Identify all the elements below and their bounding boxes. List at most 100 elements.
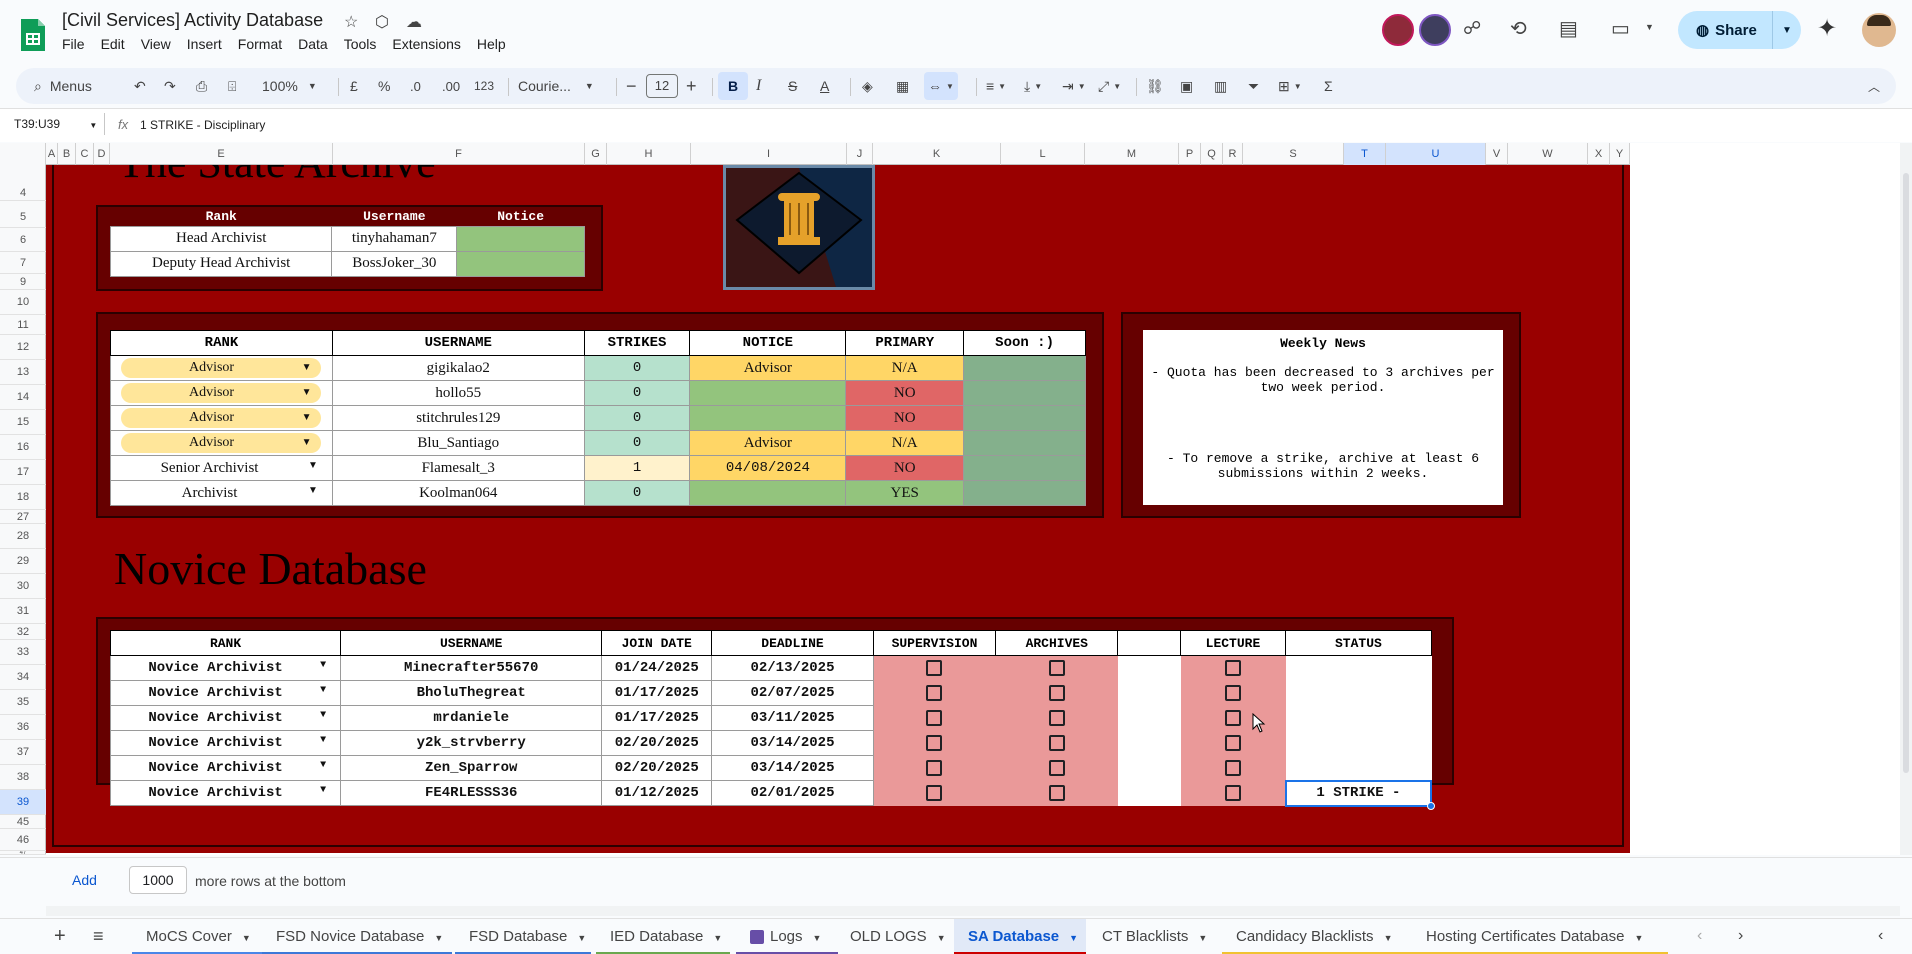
cell[interactable]: 0 [583,355,691,381]
checkbox[interactable] [1224,784,1241,801]
checkbox[interactable] [1048,759,1065,776]
undo-icon[interactable]: ↶ [134,68,146,104]
meet-icon[interactable]: ▭ [1611,16,1630,41]
archives-checkbox-cell[interactable] [995,705,1119,731]
italic-icon[interactable]: I [756,68,761,104]
increase-font-size-icon[interactable]: + [686,68,697,104]
checkbox[interactable] [1224,684,1241,701]
merge-cells-icon[interactable]: ⇔ ▼ [924,72,958,100]
history-icon[interactable]: ⟲ [1510,16,1527,41]
insert-comment-icon[interactable]: ▣ [1180,68,1193,104]
column-header[interactable]: W [1508,143,1588,165]
cell[interactable] [1117,780,1181,806]
rank-dropdown[interactable]: Novice Archivist ▼ [109,705,342,731]
sheet-tab[interactable]: CT Blacklists ▼ [1088,919,1220,954]
rank-chip[interactable]: Advisor ▼ [121,408,322,428]
text-wrap-icon[interactable]: ⇥ ▼ [1062,68,1086,104]
select-all-corner[interactable] [0,143,46,165]
lecture-checkbox-cell[interactable] [1179,680,1287,706]
checkbox[interactable] [926,659,943,676]
cell[interactable] [963,380,1086,406]
cell[interactable]: BholuThegreat [340,680,603,706]
status-cell[interactable] [1285,730,1432,756]
cell[interactable]: NO [845,405,965,431]
row-header[interactable]: 46 [0,829,46,851]
column-header[interactable]: G [585,143,607,165]
row-header[interactable]: 14 [0,385,46,410]
cell[interactable]: 03/14/2025 [711,730,874,756]
cell[interactable]: 03/11/2025 [711,705,874,731]
supervision-checkbox-cell[interactable] [872,680,997,706]
rank-dropdown[interactable]: Advisor ▼ [110,430,333,456]
cell[interactable]: 01/24/2025 [601,655,713,681]
insert-chart-icon[interactable]: ▥ [1214,68,1227,104]
sheet-tab[interactable]: IED Database ▼ [596,919,730,954]
cell[interactable] [963,430,1086,456]
column-header[interactable]: Q [1201,143,1223,165]
cell[interactable] [963,480,1086,506]
archives-checkbox-cell[interactable] [995,655,1119,681]
cell[interactable]: Deputy Head Archivist [109,250,333,277]
cell[interactable]: 0 [583,430,691,456]
sheet-tab[interactable]: Hosting Certificates Database ▼ [1412,919,1668,954]
cell[interactable]: Head Archivist [109,225,333,252]
column-header[interactable]: D [94,143,110,165]
cell[interactable] [963,405,1086,431]
share-main[interactable]: ◍ Share [1678,11,1773,49]
row-header[interactable]: 28 [0,524,46,549]
cell[interactable]: FE4RLESSS36 [340,780,603,806]
cell[interactable]: 0 [583,380,691,406]
archives-checkbox-cell[interactable] [995,730,1119,756]
row-header[interactable]: 34 [0,665,46,690]
cell[interactable]: 02/07/2025 [711,680,874,706]
rank-dropdown[interactable]: Advisor ▼ [110,405,333,431]
collaborator-avatar[interactable] [1382,14,1414,46]
lecture-checkbox-cell[interactable] [1179,730,1287,756]
cell[interactable]: 01/17/2025 [601,680,713,706]
cell[interactable]: N/A [845,355,965,381]
decrease-font-size-icon[interactable]: − [626,68,637,104]
fill-handle[interactable] [1427,801,1435,810]
status-cell[interactable] [1285,755,1432,781]
row-header[interactable]: 39 [0,790,46,815]
checkbox[interactable] [1224,709,1241,726]
cell[interactable] [689,405,847,431]
sheet-tab[interactable]: OLD LOGS ▼ [836,919,954,954]
menu-extensions[interactable]: Extensions [392,36,460,52]
row-header[interactable]: 18 [0,485,46,510]
row-header[interactable]: 27 [0,510,46,524]
checkbox[interactable] [1048,659,1065,676]
checkbox[interactable] [926,734,943,751]
cell[interactable] [456,225,585,252]
menu-data[interactable]: Data [298,36,328,52]
print-icon[interactable]: ⎙ [196,68,207,104]
cell[interactable]: mrdaniele [340,705,603,731]
cell[interactable]: 0 [583,405,691,431]
cell[interactable]: NO [845,380,965,406]
column-header[interactable]: U [1386,143,1486,165]
supervision-checkbox-cell[interactable] [872,780,997,806]
row-header[interactable]: 11 [0,315,46,335]
collaborator-avatar[interactable] [1419,14,1451,46]
lecture-checkbox-cell[interactable] [1179,755,1287,781]
cell[interactable]: 04/08/2024 [689,455,847,481]
column-header[interactable]: B [58,143,76,165]
currency-format-button[interactable]: £ [350,68,358,104]
share-dropdown-icon[interactable]: ▼ [1773,25,1801,36]
row-header[interactable]: 9 [0,274,46,290]
column-header[interactable]: T [1344,143,1386,165]
filter-views-icon[interactable]: ⊞ ▼ [1278,68,1302,104]
row-header[interactable]: 13 [0,360,46,385]
status-cell[interactable] [1285,655,1432,681]
row-header[interactable]: 6 [0,228,46,252]
collapse-toolbar-icon[interactable]: ︿ [1868,68,1880,104]
row-header[interactable]: 31 [0,599,46,624]
number-format-button[interactable]: 123 [474,68,494,104]
menu-help[interactable]: Help [477,36,506,52]
menus-search[interactable]: ⌕ Menus [34,68,92,104]
menu-file[interactable]: File [62,36,85,52]
rank-dropdown[interactable]: Senior Archivist ▼ [110,455,333,481]
borders-icon[interactable]: ▦ [896,68,909,104]
checkbox[interactable] [1048,784,1065,801]
row-header[interactable]: 36 [0,715,46,740]
